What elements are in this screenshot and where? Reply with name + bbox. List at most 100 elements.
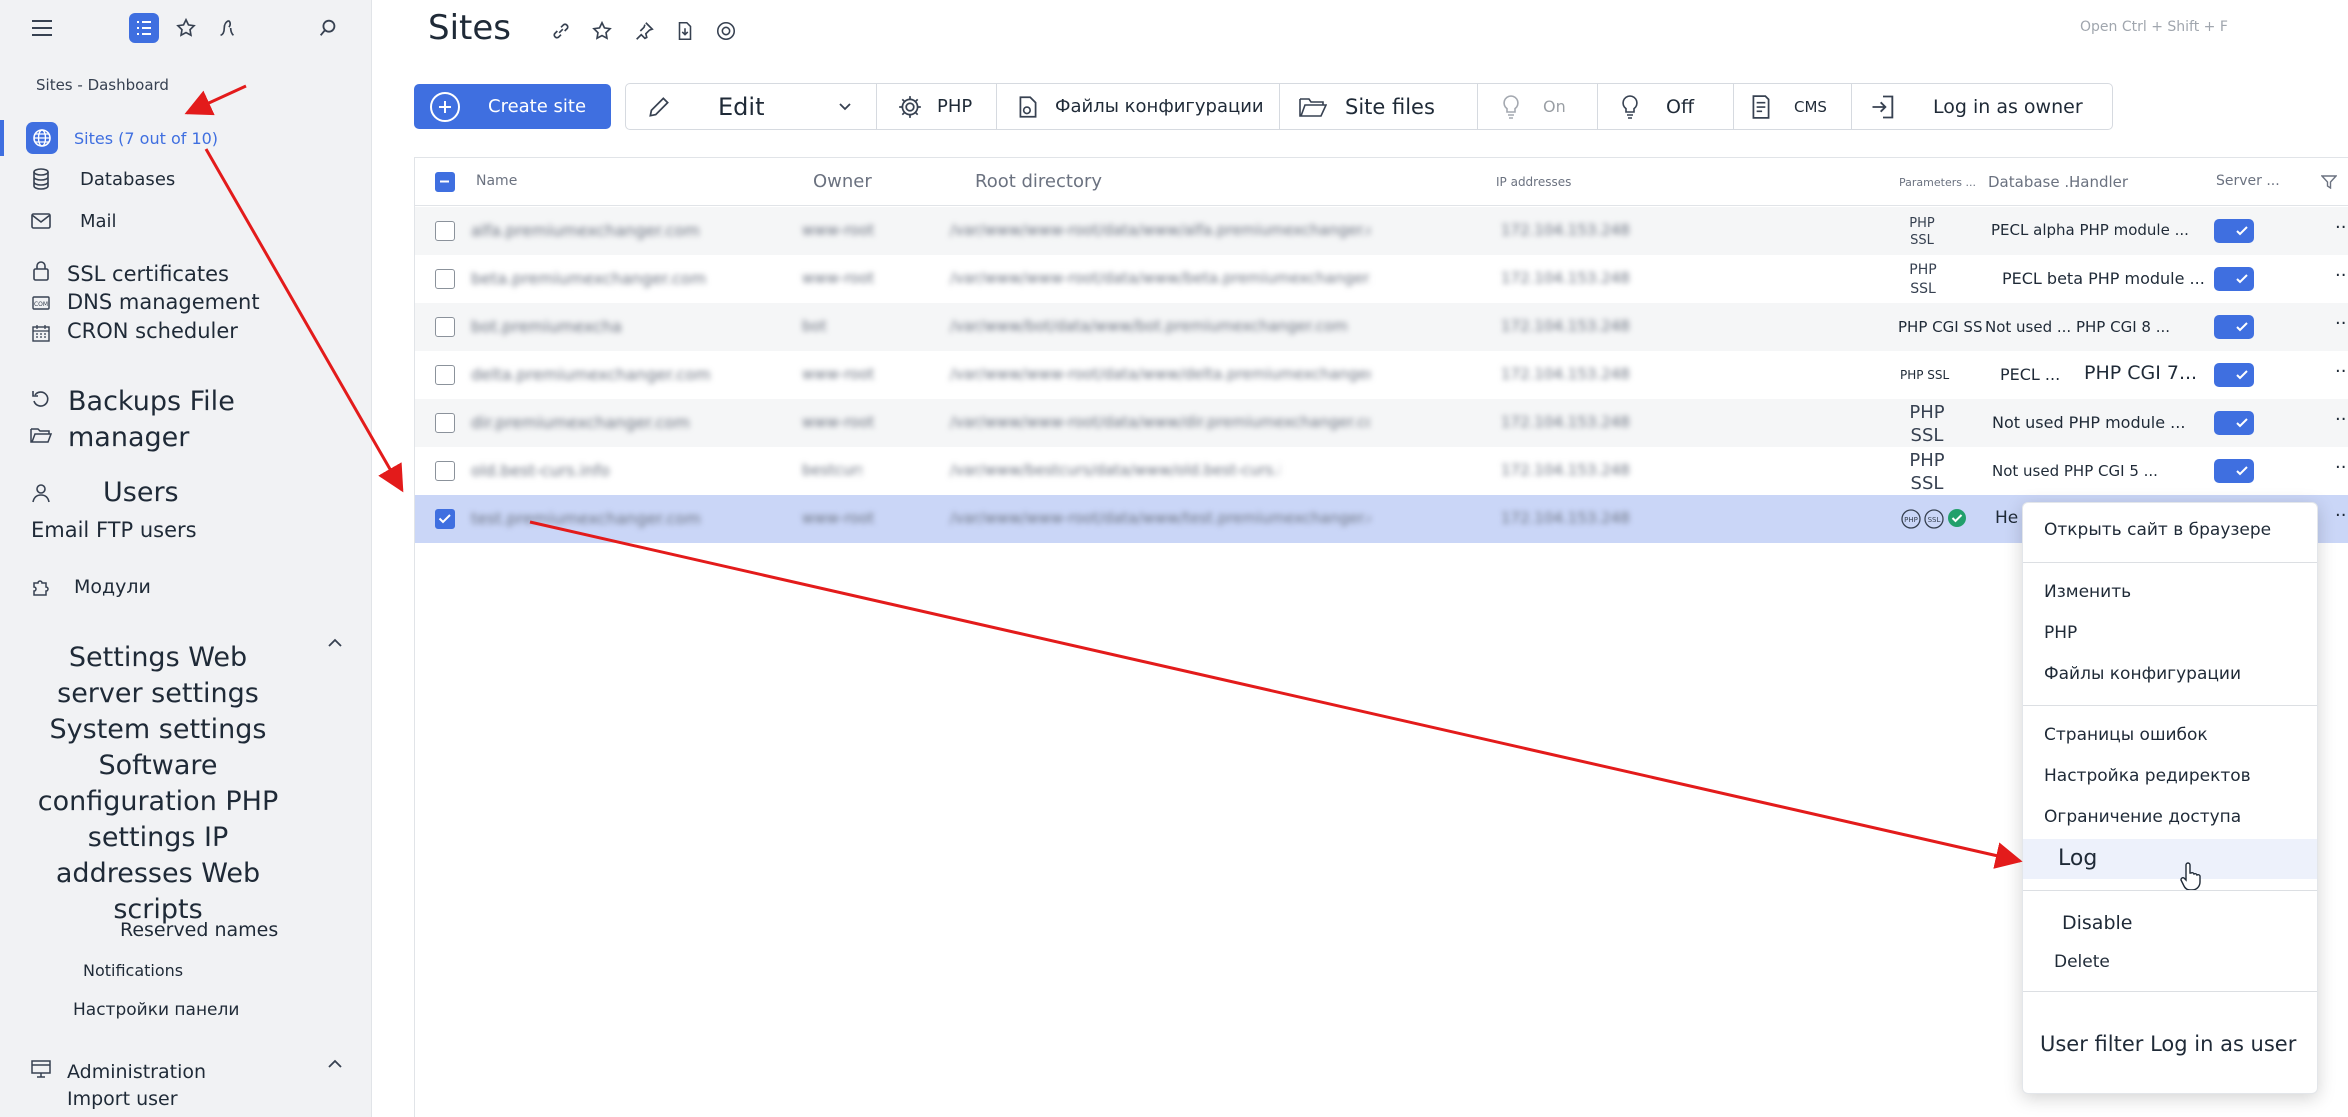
on-button[interactable]: On — [1501, 84, 1566, 129]
sidebar-item-panel-settings[interactable]: Настройки панели — [73, 1000, 239, 1020]
site-files-button[interactable]: Site files — [1299, 84, 1435, 129]
lock-icon — [28, 258, 54, 284]
site-name[interactable]: test.premiumexchanger.com — [471, 509, 721, 529]
hamburger-menu-icon[interactable] — [27, 13, 57, 43]
server-toggle[interactable] — [2214, 411, 2254, 435]
row-menu-dots-icon[interactable]: ·· — [2335, 361, 2346, 382]
sidebar-item-import-user[interactable]: Import user — [67, 1088, 178, 1110]
sidebar-item-cron[interactable]: CRON scheduler — [67, 319, 238, 343]
menu-error-pages[interactable]: Страницы ошибок — [2044, 725, 2208, 745]
chevron-up-icon[interactable] — [326, 637, 344, 649]
edit-dropdown-chevron-icon[interactable] — [838, 84, 852, 129]
table-row[interactable]: alfa.premiumexchanger.com www-root /var/… — [415, 207, 2348, 255]
column-handler[interactable]: Handler — [2069, 173, 2128, 191]
site-name[interactable]: alfa.premiumexchanger.com — [471, 221, 731, 241]
column-database[interactable]: Database ... — [1988, 173, 2079, 191]
search-icon[interactable] — [313, 13, 343, 43]
row-menu-dots-icon[interactable]: ·· — [2335, 265, 2346, 286]
sidebar-item-mail[interactable]: Mail — [28, 208, 117, 234]
column-root[interactable]: Root directory — [975, 171, 1102, 192]
menu-log[interactable]: Log — [2058, 846, 2097, 871]
row-checkbox[interactable] — [435, 221, 455, 241]
sidebar-item-backups[interactable]: Backups File manager — [68, 384, 268, 456]
menu-open-in-browser[interactable]: Открыть сайт в браузере — [2044, 520, 2271, 540]
row-checkbox[interactable] — [435, 509, 455, 529]
menu-user-filter-login[interactable]: User filter Log in as user — [2040, 1032, 2296, 1056]
sidebar-item-ssl-label[interactable]: SSL certificates — [67, 262, 229, 286]
site-name[interactable]: old.best-curs.info — [471, 461, 621, 481]
menu-edit[interactable]: Изменить — [2044, 582, 2131, 602]
chevron-up-icon[interactable] — [326, 1058, 344, 1070]
breadcrumb[interactable]: Sites - Dashboard — [36, 76, 169, 94]
table-row[interactable]: dir.premiumexchanger.com www-root /var/w… — [415, 399, 2348, 447]
column-server[interactable]: Server ... — [2216, 173, 2280, 189]
php-button[interactable]: PHP — [897, 84, 972, 129]
server-toggle[interactable] — [2214, 219, 2254, 243]
select-all-checkbox[interactable] — [435, 172, 455, 192]
help-lifebuoy-icon[interactable] — [713, 18, 739, 44]
create-site-button[interactable]: Create site — [414, 84, 611, 129]
sidebar-item-administration[interactable]: Administration — [67, 1061, 206, 1083]
list-view-icon[interactable] — [129, 13, 159, 43]
tools-icon[interactable] — [212, 13, 242, 43]
column-owner[interactable]: Owner — [813, 171, 872, 192]
edit-button[interactable]: Edit — [646, 84, 764, 129]
menu-delete[interactable]: Delete — [2054, 952, 2110, 972]
menu-redirects[interactable]: Настройка редиректов — [2044, 766, 2251, 786]
server-toggle[interactable] — [2214, 267, 2254, 291]
site-name[interactable]: dir.premiumexchanger.com — [471, 413, 711, 433]
menu-config-files[interactable]: Файлы конфигурации — [2044, 664, 2241, 684]
table-row[interactable]: old.best-curs.info bestcurs /var/www/bes… — [415, 447, 2348, 495]
sidebar-item-notifications[interactable]: Notifications — [83, 961, 183, 980]
row-checkbox[interactable] — [435, 413, 455, 433]
server-toggle[interactable] — [2214, 363, 2254, 387]
sidebar-item-modules[interactable]: Модули — [28, 574, 151, 600]
sidebar-item-settings[interactable]: Settings Web server settings System sett… — [28, 640, 288, 928]
sidebar-item-users[interactable]: Users — [103, 477, 179, 508]
site-name[interactable]: delta.premiumexchanger.com — [471, 365, 731, 385]
row-checkbox[interactable] — [435, 317, 455, 337]
sidebar-item-email-ftp[interactable]: Email FTP users — [31, 518, 197, 542]
row-menu-dots-icon[interactable]: ·· — [2335, 409, 2346, 430]
filter-icon[interactable] — [2321, 175, 2337, 189]
table-row[interactable]: bot.premiumexchanger.com bot /var/www/bo… — [415, 303, 2348, 351]
sidebar-item-sites[interactable]: Sites (7 out of 10) — [26, 122, 218, 154]
menu-disable[interactable]: Disable — [2062, 912, 2132, 934]
edit-label: Edit — [718, 92, 765, 121]
server-toggle[interactable] — [2214, 459, 2254, 483]
sidebar-item-ssl[interactable] — [28, 258, 66, 284]
row-menu-dots-icon[interactable]: ·· — [2335, 217, 2346, 238]
dns-icon-wrap: COM — [28, 290, 68, 316]
link-icon[interactable] — [548, 18, 574, 44]
menu-access-restriction[interactable]: Ограничение доступа — [2044, 807, 2241, 827]
row-checkbox[interactable] — [435, 461, 455, 481]
off-button[interactable]: Off — [1620, 84, 1694, 129]
config-files-button[interactable]: Файлы конфигурации — [1015, 84, 1264, 129]
handler: Not used PHP module ... — [1992, 413, 2186, 432]
cms-button[interactable]: CMS — [1748, 84, 1827, 129]
star-icon[interactable] — [171, 13, 201, 43]
column-params[interactable]: Parameters ... — [1899, 176, 1976, 189]
row-menu-dots-icon[interactable]: ·· — [2335, 505, 2346, 526]
row-menu-dots-icon[interactable]: ·· — [2335, 457, 2346, 478]
site-name[interactable]: beta.premiumexchanger.com — [471, 269, 731, 289]
menu-php[interactable]: PHP — [2044, 623, 2077, 643]
column-ip[interactable]: IP addresses — [1496, 175, 1571, 189]
row-checkbox[interactable] — [435, 269, 455, 289]
sidebar-item-databases[interactable]: Databases — [28, 166, 175, 192]
sidebar-item-dns[interactable]: DNS management — [67, 290, 260, 314]
pin-icon[interactable] — [631, 18, 657, 44]
table-row[interactable]: beta.premiumexchanger.com www-root /var/… — [415, 255, 2348, 303]
params: PHP SSL — [1909, 450, 1945, 494]
login-owner-button[interactable]: Log in as owner — [1869, 84, 2083, 129]
table-row[interactable]: delta.premiumexchanger.com www-root /var… — [415, 351, 2348, 399]
server-toggle[interactable] — [2214, 315, 2254, 339]
site-name[interactable]: bot.premiumexchanger.com — [471, 317, 621, 337]
column-name[interactable]: Name — [476, 173, 517, 189]
row-checkbox[interactable] — [435, 365, 455, 385]
download-icon[interactable] — [672, 18, 698, 44]
row-menu-dots-icon[interactable]: ·· — [2335, 313, 2346, 334]
sidebar-item-reserved[interactable]: Reserved names — [120, 919, 278, 941]
star-icon[interactable] — [589, 18, 615, 44]
ip: 172.104.153.248 — [1501, 317, 1630, 335]
